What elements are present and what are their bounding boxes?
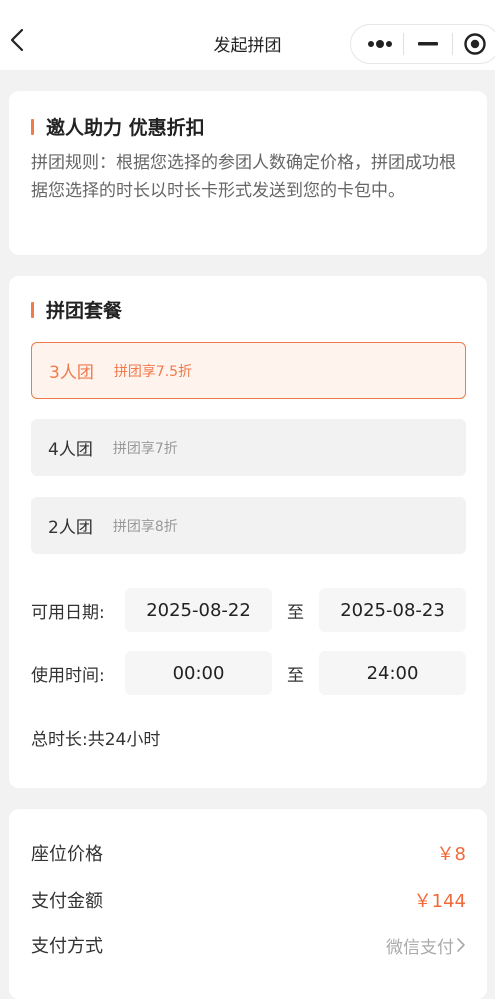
end-time-picker[interactable]: 24:00 — [319, 651, 466, 695]
pay-amount-row: 支付金额 ￥144 — [31, 886, 466, 914]
target-circle-icon — [464, 33, 486, 55]
range-separator: 至 — [287, 665, 304, 686]
pay-method-label: 支付方式 — [31, 936, 103, 957]
minimize-icon — [418, 42, 438, 46]
time-label: 使用时间: — [31, 665, 105, 686]
package-name: 3人团 — [49, 363, 94, 383]
date-label: 可用日期: — [31, 602, 105, 623]
package-option-3[interactable]: 3人团 拼团享7.5折 — [31, 342, 466, 399]
rules-heading: 邀人助力 优惠折扣 — [31, 113, 205, 140]
chevron-right-icon — [457, 938, 465, 952]
package-discount: 拼团享7折 — [112, 440, 178, 457]
rules-card: 邀人助力 优惠折扣 拼团规则：根据您选择的参团人数确定价格，拼团成功根据您选择的… — [9, 91, 487, 255]
duration-label: 总时长: — [31, 730, 88, 750]
minimize-button[interactable] — [404, 25, 452, 63]
accent-bar — [31, 118, 34, 135]
close-button[interactable] — [453, 25, 495, 63]
packages-heading: 拼团套餐 — [31, 296, 122, 323]
seat-price-value: ￥8 — [436, 844, 466, 865]
duration-value: 共24小时 — [87, 730, 161, 750]
payment-card: 座位价格 ￥8 支付金额 ￥144 支付方式 微信支付 — [9, 809, 487, 999]
accent-bar — [31, 301, 34, 318]
pay-method-value: 微信支付 — [386, 937, 454, 958]
package-option-2[interactable]: 2人团 拼团享8折 — [31, 497, 466, 554]
pay-amount-label: 支付金额 — [31, 891, 103, 912]
rules-description: 拼团规则：根据您选择的参团人数确定价格，拼团成功根据您选择的时长以时长卡形式发送… — [31, 153, 456, 201]
start-time-picker[interactable]: 00:00 — [125, 651, 272, 695]
pay-amount-value: ￥144 — [413, 891, 466, 912]
pay-method-row: 支付方式 微信支付 — [31, 931, 466, 959]
rules-title: 邀人助力 优惠折扣 — [46, 117, 205, 139]
more-button[interactable] — [351, 25, 403, 63]
package-discount: 拼团享7.5折 — [113, 363, 193, 380]
package-name: 2人团 — [48, 518, 93, 538]
seat-price-label: 座位价格 — [31, 844, 103, 865]
package-option-4[interactable]: 4人团 拼团享7折 — [31, 419, 466, 476]
mini-program-capsule — [350, 24, 495, 64]
time-row: 使用时间: 00:00 至 24:00 — [31, 651, 466, 695]
packages-title: 拼团套餐 — [46, 300, 123, 322]
packages-card: 拼团套餐 3人团 拼团享7.5折 4人团 拼团享7折 2人团 拼团享8折 可用日… — [9, 276, 487, 788]
pay-method-selector[interactable]: 微信支付 — [386, 933, 466, 958]
more-dots-icon — [368, 40, 392, 48]
seat-price-row: 座位价格 ￥8 — [31, 839, 466, 867]
package-name: 4人团 — [48, 440, 93, 460]
package-discount: 拼团享8折 — [112, 518, 178, 535]
total-duration: 总时长:共24小时 — [31, 725, 160, 750]
date-row: 可用日期: 2025-08-22 至 2025-08-23 — [31, 588, 466, 632]
navigation-bar: 发起拼团 — [0, 0, 495, 70]
range-separator: 至 — [287, 602, 304, 623]
start-date-picker[interactable]: 2025-08-22 — [125, 588, 272, 632]
end-date-picker[interactable]: 2025-08-23 — [319, 588, 466, 632]
